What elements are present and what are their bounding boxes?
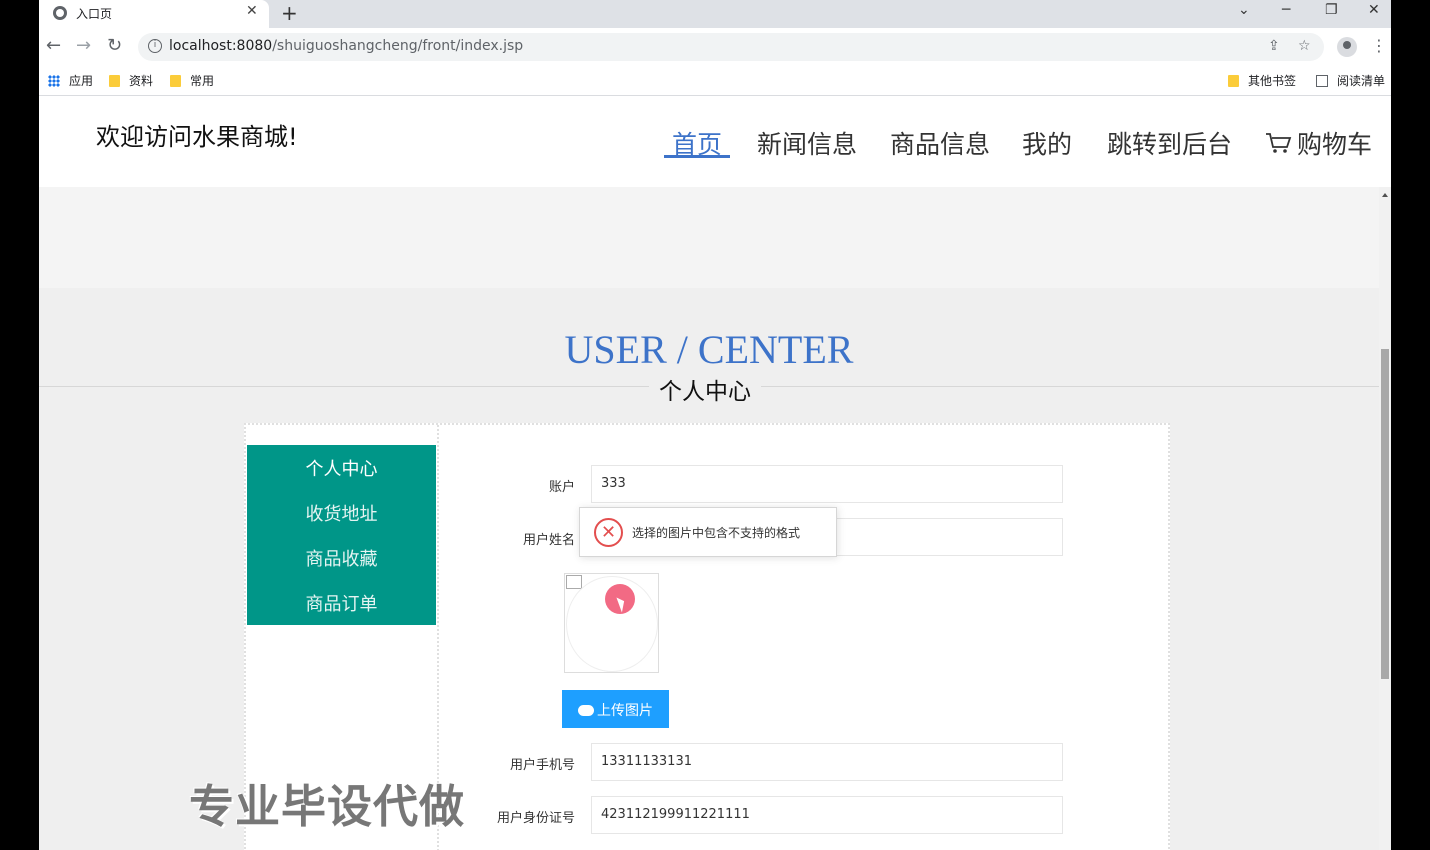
nav-products[interactable]: 商品信息 <box>890 125 990 161</box>
tab-strip: 入口页 ✕ + ⌄ ─ ❐ ✕ <box>39 0 1391 28</box>
sidebar-item-profile[interactable]: 个人中心 <box>247 455 436 481</box>
globe-icon <box>53 6 67 20</box>
toast-message: 选择的图片中包含不支持的格式 <box>632 526 801 540</box>
cart-icon <box>1266 133 1292 153</box>
sidebar-item-favorites[interactable]: 商品收藏 <box>247 545 436 571</box>
cloud-upload-icon <box>578 705 594 716</box>
restore-button[interactable]: ❐ <box>1325 2 1338 18</box>
apps-grid-icon <box>48 75 60 87</box>
banner-area <box>39 187 1379 288</box>
bookmark-other[interactable]: 其他书签 <box>1228 72 1296 89</box>
error-x-icon: ✕ <box>594 518 623 547</box>
page-scrollbar[interactable] <box>1379 187 1391 850</box>
site-info-icon[interactable]: i <box>148 39 162 53</box>
broken-image-icon <box>566 575 582 589</box>
star-icon[interactable]: ☆ <box>1298 38 1311 54</box>
back-icon[interactable]: ← <box>46 35 61 56</box>
phone-input[interactable]: 13311133131 <box>591 743 1063 781</box>
profile-avatar-icon[interactable] <box>1337 37 1357 57</box>
avatar-preview[interactable] <box>564 573 659 673</box>
tab-title: 入口页 <box>76 7 113 21</box>
forward-icon[interactable]: → <box>76 35 91 56</box>
web-page: 欢迎访问水果商城! 首页 新闻信息 商品信息 我的 跳转到后台 购物车 USER… <box>39 97 1391 850</box>
address-toolbar: ← → ↻ i localhost:8080/shuiguoshangcheng… <box>39 28 1391 66</box>
omnibox[interactable]: i localhost:8080/shuiguoshangcheng/front… <box>138 33 1324 61</box>
reload-icon[interactable]: ↻ <box>107 35 122 56</box>
user-center-section: USER / CENTER 个人中心 个人中心 收货地址 商品收藏 商品订单 账… <box>39 288 1379 850</box>
idcard-input[interactable]: 423112199911221111 <box>591 796 1063 834</box>
browser-window: 入口页 ✕ + ⌄ ─ ❐ ✕ ← → ↻ i localhost:8080/s… <box>39 0 1391 850</box>
name-label: 用户姓名 <box>523 533 576 548</box>
sidebar-item-orders[interactable]: 商品订单 <box>247 590 436 616</box>
bookmark-folder-ziliao[interactable]: 资料 <box>109 72 153 89</box>
nav-cart[interactable]: 购物车 <box>1265 125 1372 161</box>
url-text[interactable]: localhost:8080/shuiguoshangcheng/front/i… <box>169 38 523 54</box>
upload-image-button[interactable]: 上传图片 <box>562 690 669 728</box>
section-title-cn: 个人中心 <box>649 372 761 406</box>
tab-search-icon[interactable]: ⌄ <box>1238 2 1250 18</box>
reading-list[interactable]: 阅读清单 <box>1316 72 1385 89</box>
nav-news[interactable]: 新闻信息 <box>757 125 857 161</box>
account-label: 账户 <box>549 480 576 495</box>
minimize-button[interactable]: ─ <box>1282 2 1290 18</box>
section-title-en: USER / CENTER <box>564 327 854 372</box>
reading-list-icon <box>1316 75 1328 87</box>
watermark-text: 专业毕设代做 <box>189 780 466 833</box>
share-icon[interactable]: ⇪ <box>1268 38 1280 54</box>
close-window-button[interactable]: ✕ <box>1368 2 1380 18</box>
nav-mine[interactable]: 我的 <box>1022 125 1072 161</box>
folder-icon <box>1228 75 1239 87</box>
bookmark-folder-changyong[interactable]: 常用 <box>170 72 214 89</box>
phone-label: 用户手机号 <box>510 758 576 773</box>
site-title: 欢迎访问水果商城! <box>96 123 298 151</box>
new-tab-button[interactable]: + <box>281 1 298 25</box>
error-toast: ✕ 选择的图片中包含不支持的格式 <box>579 507 837 557</box>
folder-icon <box>170 75 181 87</box>
bookmarks-bar: 应用 资料 常用 其他书签 阅读清单 <box>39 66 1391 96</box>
scroll-thumb[interactable] <box>1381 349 1389 679</box>
scroll-up-arrow-icon[interactable] <box>1382 193 1388 197</box>
folder-icon <box>109 75 120 87</box>
close-tab-icon[interactable]: ✕ <box>246 3 258 19</box>
nav-admin[interactable]: 跳转到后台 <box>1107 125 1232 161</box>
idcard-label: 用户身份证号 <box>497 811 576 826</box>
bookmark-apps[interactable]: 应用 <box>48 72 93 89</box>
sidebar-menu: 个人中心 收货地址 商品收藏 商品订单 <box>247 445 436 625</box>
nav-active-underline <box>664 155 730 158</box>
tab-active[interactable]: 入口页 ✕ <box>39 0 269 28</box>
sidebar-item-address[interactable]: 收货地址 <box>247 500 436 526</box>
account-input[interactable]: 333 <box>591 465 1063 503</box>
menu-kebab-icon[interactable]: ⋮ <box>1371 36 1387 55</box>
